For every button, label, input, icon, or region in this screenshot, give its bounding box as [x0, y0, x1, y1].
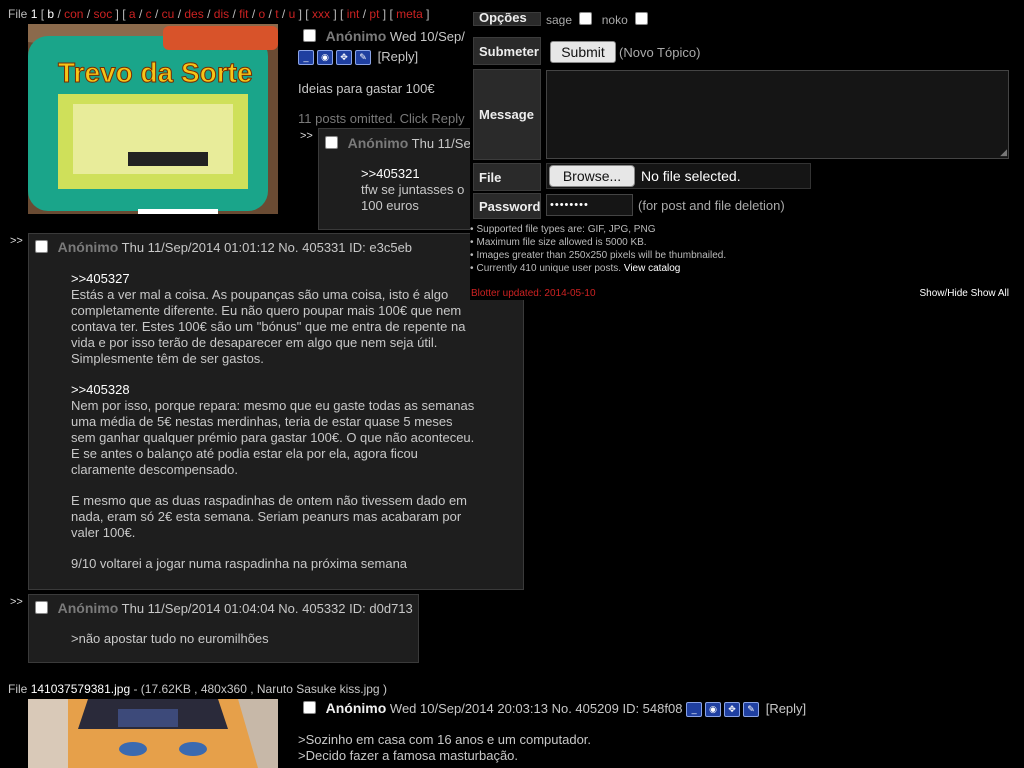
- board-link-int[interactable]: int: [347, 7, 360, 21]
- options-label: Opções: [473, 12, 541, 26]
- op-icons: _ ◉ ✥ ✎ [Reply]: [298, 49, 418, 66]
- thread-2-line-1: >Sozinho em casa com 16 anos e um comput…: [298, 732, 592, 747]
- board-link-c[interactable]: c: [146, 7, 152, 21]
- submit-button[interactable]: Submit: [550, 41, 616, 63]
- board-link-t[interactable]: t: [275, 7, 278, 21]
- reply-2-id: ID: e3c5eb: [349, 240, 413, 255]
- file-link[interactable]: 141037579381.jpg: [31, 682, 130, 696]
- quick-reply-icon[interactable]: ✎: [355, 50, 371, 66]
- message-textarea[interactable]: ◢: [546, 70, 1009, 159]
- thread-2-date: Wed 10/Sep/2014 20:03:13: [389, 701, 548, 716]
- board-link-cu[interactable]: cu: [162, 7, 175, 21]
- op-header: Anónimo Wed 10/Sep/: [303, 28, 465, 44]
- reply-3-number[interactable]: No. 405332: [278, 601, 345, 616]
- file-info-bar: File 141037579381.jpg - (17.62KB , 480x3…: [8, 682, 387, 696]
- password-hint: (for post and file deletion): [638, 198, 785, 213]
- reply-2-number[interactable]: No. 405331: [278, 240, 345, 255]
- reply-post-3: Anónimo Thu 11/Sep/2014 01:04:04 No. 405…: [28, 594, 419, 663]
- reply-2-date: Thu 11/Sep/2014 01:01:12: [121, 240, 275, 255]
- posting-rules: • Supported file types are: GIF, JPG, PNG…: [470, 224, 727, 274]
- board-link-meta[interactable]: meta: [396, 7, 423, 21]
- thread-2-number[interactable]: No. 405209: [552, 701, 619, 716]
- omitted-posts[interactable]: 11 posts omitted. Click Reply: [298, 111, 465, 126]
- watch-eye-icon[interactable]: ◉: [705, 702, 722, 718]
- message-label: Message: [473, 69, 541, 160]
- board-link-fit[interactable]: fit: [239, 7, 248, 21]
- reply-2-body: >>405327 Estás a ver mal a coisa. As pou…: [71, 271, 475, 571]
- reply-3-greentext: >não apostar tudo no euromilhões: [71, 631, 269, 646]
- browse-button[interactable]: Browse...: [549, 165, 635, 187]
- reply-3-id: ID: d0d713: [349, 601, 413, 616]
- password-input[interactable]: ••••••••: [546, 194, 633, 216]
- thread-2-id: ID: 548f08: [622, 701, 683, 716]
- reply-1-body: >>405321 tfw se juntasses o 100 euros: [361, 166, 465, 213]
- thread-2-reply-link[interactable]: [Reply]: [766, 701, 806, 716]
- file-details: - (17.62KB , 480x360 , Naruto Sasuke kis…: [133, 682, 387, 696]
- board-link-b[interactable]: b: [47, 7, 54, 21]
- no-file-text: No file selected.: [641, 168, 741, 184]
- quick-reply-icon[interactable]: ✎: [743, 702, 760, 718]
- op-date: Wed 10/Sep/: [389, 29, 465, 44]
- board-link-a[interactable]: a: [129, 7, 136, 21]
- hide-icon[interactable]: _: [298, 50, 314, 66]
- op-message: Ideias para gastar 100€: [298, 81, 435, 96]
- reply-post-1: Anónimo Thu 11/Sep/ >>405321 tfw se junt…: [318, 128, 482, 230]
- board-navigation: File 1 [ b / con / soc ] [ a / c / cu / …: [8, 7, 430, 21]
- expand-icon[interactable]: ✥: [336, 50, 352, 66]
- reply-3-name: Anónimo: [57, 600, 119, 616]
- page-number[interactable]: 1: [31, 7, 38, 21]
- reply-2-name: Anónimo: [57, 239, 119, 255]
- file-label: File: [8, 7, 28, 21]
- reply-1-quote-link[interactable]: >>405321: [361, 166, 464, 182]
- op-thumbnail[interactable]: Trevo da Sorte: [28, 24, 278, 214]
- op-delete-checkbox[interactable]: [303, 29, 316, 42]
- sage-label: sage: [546, 13, 573, 26]
- reply-2-quote-link-1[interactable]: >>405327: [71, 271, 474, 287]
- post-form: Opções sage noko Submeter Submit (Novo T…: [470, 12, 1020, 300]
- board-link-xxx[interactable]: xxx: [312, 7, 330, 21]
- board-link-con[interactable]: con: [64, 7, 83, 21]
- reply-3-checkbox[interactable]: [35, 601, 48, 614]
- board-link-u[interactable]: u: [289, 7, 296, 21]
- thread-2-thumbnail[interactable]: [28, 699, 278, 768]
- thread-2-line-2: >Decido fazer a famosa masturbação.: [298, 748, 519, 763]
- noko-label: noko: [601, 13, 628, 26]
- board-link-o[interactable]: o: [259, 7, 266, 21]
- resize-grip-icon[interactable]: ◢: [1000, 147, 1007, 158]
- file-input[interactable]: Browse... No file selected.: [546, 163, 811, 189]
- noko-checkbox[interactable]: [635, 12, 649, 25]
- reply-1-checkbox[interactable]: [325, 136, 338, 149]
- password-label: Password: [473, 193, 541, 219]
- hide-icon[interactable]: _: [686, 702, 703, 718]
- op-poster-name: Anónimo: [325, 28, 387, 44]
- thread-2-checkbox[interactable]: [303, 701, 316, 714]
- reply-arrow: >>: [10, 235, 23, 247]
- thread-2-name: Anónimo: [325, 700, 387, 716]
- reply-1-name: Anónimo: [347, 135, 409, 151]
- board-link-pt[interactable]: pt: [369, 7, 379, 21]
- thread-2-header: Anónimo Wed 10/Sep/2014 20:03:13 No. 405…: [303, 700, 806, 718]
- reply-2-quote-link-2[interactable]: >>405328: [71, 382, 474, 398]
- sage-checkbox[interactable]: [579, 12, 593, 25]
- reply-2-checkbox[interactable]: [35, 240, 48, 253]
- reply-3-date: Thu 11/Sep/2014 01:04:04: [121, 601, 275, 616]
- new-topic-text: (Novo Tópico): [619, 45, 701, 60]
- show-hide-link[interactable]: Show/Hide Show All: [920, 288, 1010, 299]
- blotter-text: Blotter updated: 2014-05-10: [471, 288, 596, 299]
- op-reply-link[interactable]: [Reply]: [378, 49, 418, 64]
- watch-eye-icon[interactable]: ◉: [317, 50, 333, 66]
- board-link-soc[interactable]: soc: [94, 7, 113, 21]
- file-label: File: [473, 163, 541, 191]
- board-link-dis[interactable]: dis: [214, 7, 229, 21]
- reply-arrow: >>: [300, 130, 313, 142]
- submit-label: Submeter: [473, 37, 541, 65]
- reply-arrow: >>: [10, 596, 23, 608]
- reply-post-2: Anónimo Thu 11/Sep/2014 01:01:12 No. 405…: [28, 233, 524, 590]
- view-catalog-link[interactable]: View catalog: [624, 263, 681, 274]
- expand-icon[interactable]: ✥: [724, 702, 741, 718]
- op-image-text: Trevo da Sorte: [58, 57, 253, 88]
- board-link-des[interactable]: des: [184, 7, 203, 21]
